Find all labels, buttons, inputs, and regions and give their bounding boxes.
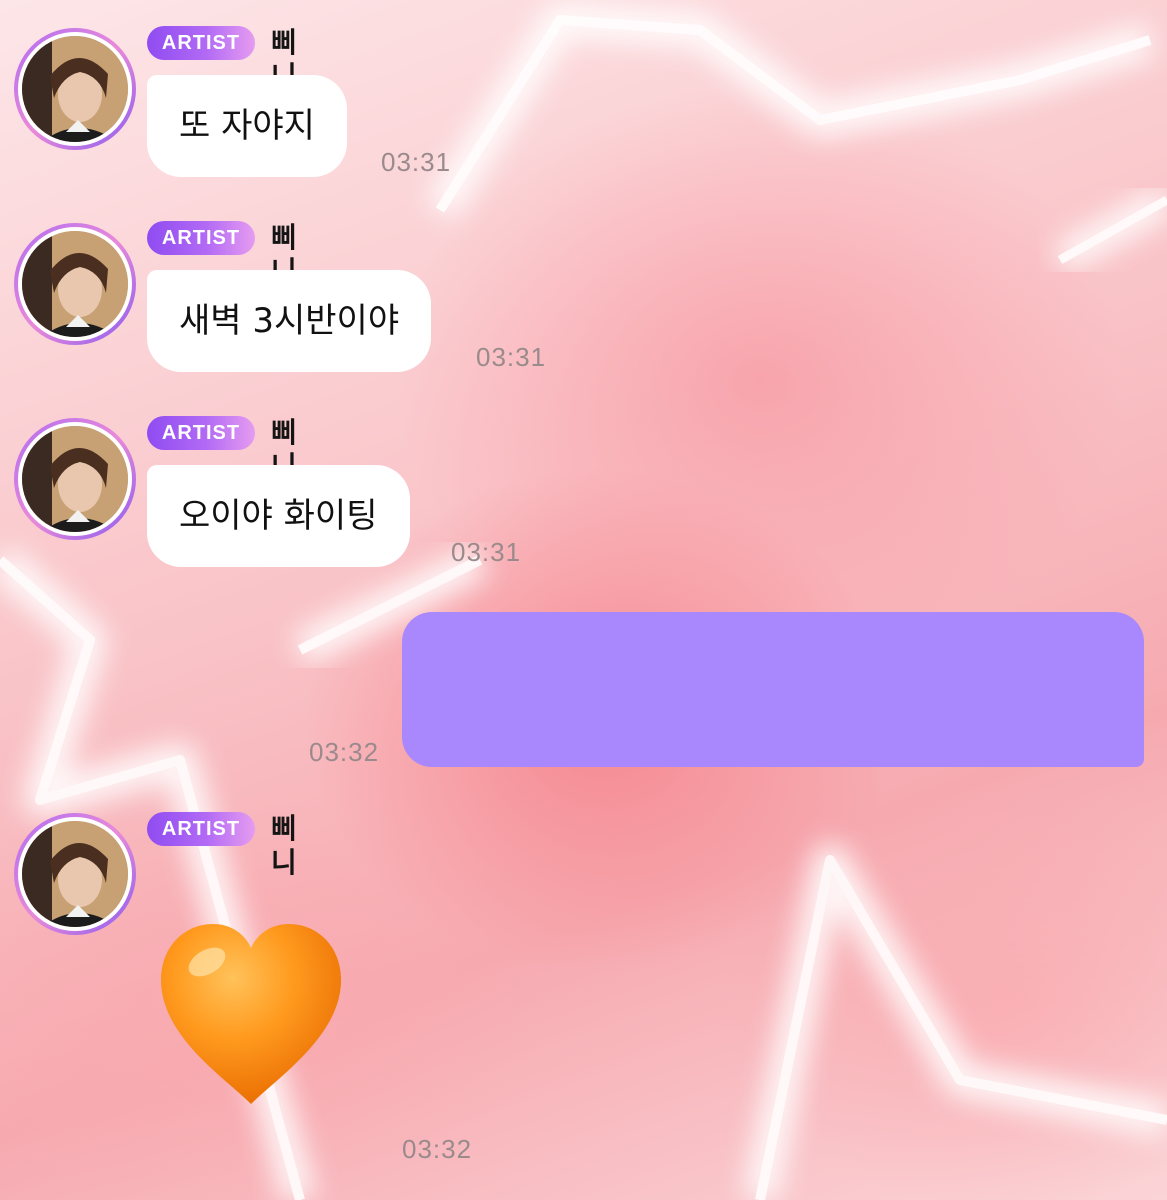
message-time: 03:31 bbox=[451, 537, 522, 567]
message-bubble[interactable]: 또 자야지 bbox=[147, 75, 347, 177]
artist-badge: ARTIST bbox=[147, 26, 255, 60]
artist-badge: ARTIST bbox=[147, 221, 255, 255]
message-bubble[interactable]: 오이야 화이팅 bbox=[147, 465, 410, 567]
my-message-bubble[interactable] bbox=[402, 612, 1144, 767]
avatar[interactable] bbox=[14, 418, 136, 540]
artist-name: 삐니 bbox=[271, 812, 297, 879]
artist-badge: ARTIST bbox=[147, 812, 255, 846]
avatar-photo bbox=[22, 231, 128, 337]
avatar[interactable] bbox=[14, 813, 136, 935]
artist-badge: ARTIST bbox=[147, 416, 255, 450]
avatar-photo bbox=[22, 36, 128, 142]
avatar-photo bbox=[22, 821, 128, 927]
message-time: 03:31 bbox=[476, 342, 547, 372]
orange-heart-icon[interactable] bbox=[155, 918, 347, 1110]
message-time: 03:32 bbox=[402, 1134, 473, 1164]
avatar-photo bbox=[22, 426, 128, 532]
my-message-time: 03:32 bbox=[309, 737, 380, 767]
avatar[interactable] bbox=[14, 223, 136, 345]
message-bubble[interactable]: 새벽 3시반이야 bbox=[147, 270, 432, 372]
avatar[interactable] bbox=[14, 28, 136, 150]
message-time: 03:31 bbox=[381, 147, 452, 177]
